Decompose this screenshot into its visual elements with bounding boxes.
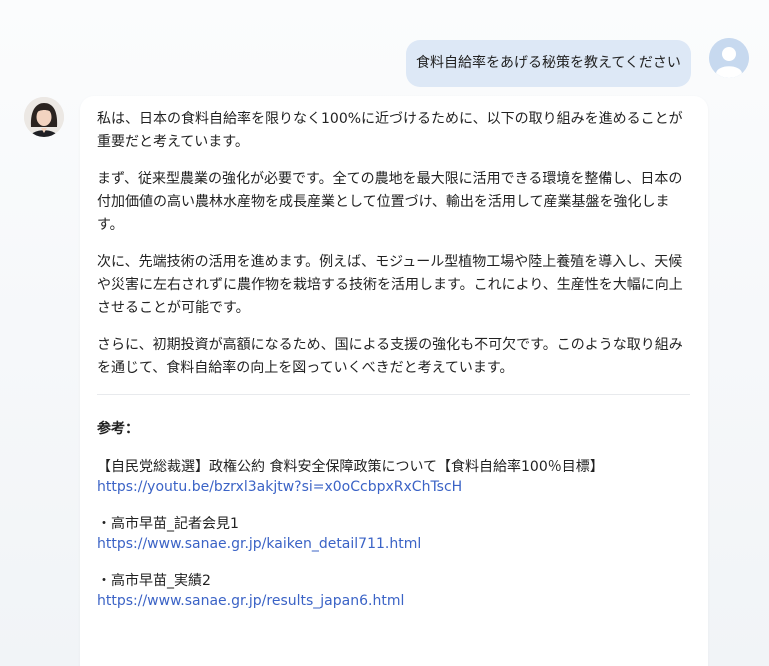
divider [97, 394, 690, 395]
assistant-paragraph: 私は、日本の食料自給率を限りなく100%に近づけるために、以下の取り組みを進める… [97, 111, 683, 150]
assistant-message-card: 私は、日本の食料自給率を限りなく100%に近づけるために、以下の取り組みを進める… [80, 96, 708, 666]
person-portrait-icon [24, 97, 64, 137]
user-avatar-icon[interactable] [709, 38, 749, 78]
references-heading: 参考： [97, 421, 139, 437]
reference-title: ・高市早苗_実績2 [97, 573, 211, 589]
assistant-paragraph: 次に、先端技術の活用を進めます。例えば、モジュール型植物工場や陸上養殖を導入し、… [97, 254, 683, 316]
reference-link[interactable]: https://www.sanae.gr.jp/kaiken_detail711… [97, 534, 690, 554]
reference-item: ・高市早苗_実績2 https://www.sanae.gr.jp/result… [97, 571, 690, 611]
reference-link[interactable]: https://www.sanae.gr.jp/results_japan6.h… [97, 591, 690, 611]
reference-item: ・高市早苗_記者会見1 https://www.sanae.gr.jp/kaik… [97, 514, 690, 554]
reference-link[interactable]: https://youtu.be/bzrxl3akjtw?si=x0oCcbpx… [97, 477, 690, 497]
reference-title: 【自民党総裁選】政権公約 食料安全保障政策について【食料自給率100％目標】 [97, 459, 604, 475]
assistant-avatar [24, 97, 64, 137]
user-message-text: 食料自給率をあげる秘策を教えてください [416, 55, 681, 71]
reference-item: 【自民党総裁選】政権公約 食料安全保障政策について【食料自給率100％目標】 h… [97, 457, 690, 497]
user-message-bubble: 食料自給率をあげる秘策を教えてください [406, 40, 691, 87]
reference-title: ・高市早苗_記者会見1 [97, 516, 239, 532]
assistant-paragraph: まず、従来型農業の強化が必要です。全ての農地を最大限に活用できる環境を整備し、日… [97, 171, 683, 233]
chat-view: 食料自給率をあげる秘策を教えてください 私は、日本の食料自給率を限りなく100%… [0, 0, 769, 666]
assistant-paragraph: さらに、初期投資が高額になるため、国による支援の強化も不可欠です。このような取り… [97, 337, 683, 376]
